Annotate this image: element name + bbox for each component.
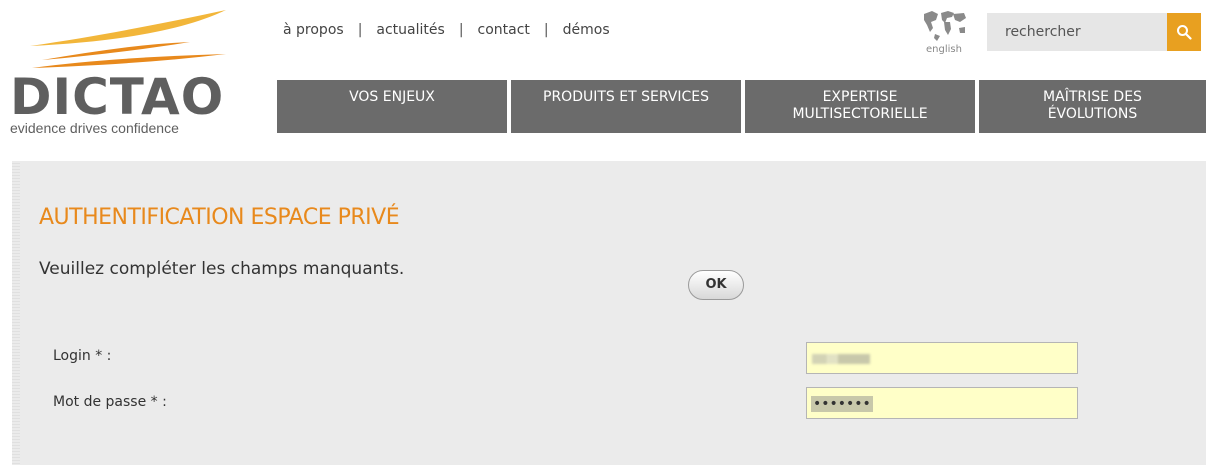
nav-expertise-multisectorielle[interactable]: EXPERTISE MULTISECTORIELLE <box>745 80 975 133</box>
page-subtitle: Veuillez compléter les champs manquants. <box>39 259 405 279</box>
nav-label: MULTISECTORIELLE <box>792 106 928 122</box>
link-demos[interactable]: démos <box>563 22 610 38</box>
page-title: AUTHENTIFICATION ESPACE PRIVÉ <box>39 205 400 230</box>
nav-label: VOS ENJEUX <box>349 89 435 105</box>
separator: | <box>458 22 464 38</box>
ok-button[interactable]: OK <box>688 270 744 300</box>
search-input[interactable] <box>987 13 1163 51</box>
nav-label: ÉVOLUTIONS <box>1047 106 1138 122</box>
logo[interactable]: DICTAO evidence drives confidence <box>0 0 250 150</box>
search-box <box>987 13 1201 51</box>
separator: | <box>357 22 363 38</box>
password-value: ••••••• <box>811 396 873 412</box>
nav-maitrise-des-evolutions[interactable]: MAÎTRISE DES ÉVOLUTIONS <box>979 80 1206 133</box>
search-icon <box>1177 25 1192 40</box>
logo-text: DICTAO <box>10 68 225 126</box>
login-value-blurred <box>812 354 870 364</box>
link-actualites[interactable]: actualités <box>376 22 444 38</box>
logo-tagline: evidence drives confidence <box>10 120 179 136</box>
login-label: Login * : <box>53 348 112 364</box>
language-label[interactable]: english <box>918 44 970 55</box>
world-map-icon <box>924 11 966 41</box>
link-a-propos[interactable]: à propos <box>283 22 344 38</box>
link-contact[interactable]: contact <box>478 22 530 38</box>
nav-vos-enjeux[interactable]: VOS ENJEUX <box>277 80 507 133</box>
nav-label: PRODUITS ET SERVICES <box>543 89 709 105</box>
separator: | <box>543 22 549 38</box>
nav-label: EXPERTISE <box>822 89 898 105</box>
search-button[interactable] <box>1167 13 1201 51</box>
top-links: à propos | actualités | contact | démos <box>283 22 610 38</box>
password-field[interactable]: ••••••• <box>806 387 1078 419</box>
language-switch[interactable]: english <box>918 8 970 58</box>
panel-edge <box>12 161 20 465</box>
nav-label: MAÎTRISE DES <box>1043 89 1142 105</box>
login-field[interactable] <box>806 342 1078 374</box>
auth-panel: AUTHENTIFICATION ESPACE PRIVÉ Veuillez c… <box>12 161 1206 465</box>
password-label: Mot de passe * : <box>53 394 167 410</box>
nav-produits-et-services[interactable]: PRODUITS ET SERVICES <box>511 80 741 133</box>
